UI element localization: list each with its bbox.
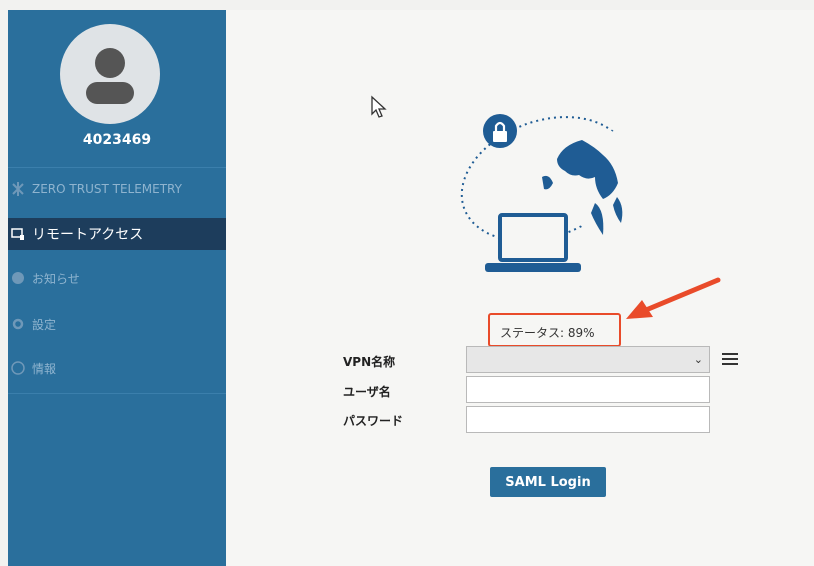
mouse-cursor-icon [371, 95, 387, 118]
vpn-illustration [460, 114, 642, 272]
gear-icon [10, 316, 26, 332]
sidebar-item-label: リモートアクセス [32, 227, 144, 243]
sidebar: 4023469 ZERO TRUST TELEMETRY リモートアクセス お知… [8, 10, 226, 566]
sidebar-item-label: お知らせ [32, 271, 80, 286]
sidebar-item-notices[interactable]: お知らせ [8, 262, 226, 294]
password-input[interactable] [466, 406, 710, 433]
vpn-name-select[interactable]: ⌄ [466, 346, 710, 373]
sidebar-item-remote-access[interactable]: リモートアクセス [8, 218, 226, 250]
sidebar-divider [8, 167, 226, 168]
status-text: ステータス: 89% [500, 326, 595, 340]
laptop-icon [485, 213, 581, 272]
remote-access-icon [10, 226, 26, 242]
about-icon [10, 360, 26, 376]
user-avatar-icon [86, 48, 134, 104]
red-arrow-annotation [626, 277, 721, 319]
chevron-down-icon: ⌄ [693, 353, 703, 366]
sidebar-item-zero-trust-telemetry[interactable]: ZERO TRUST TELEMETRY [8, 173, 226, 205]
menu-icon[interactable] [722, 352, 738, 366]
avatar [60, 24, 160, 124]
username-input[interactable] [466, 376, 710, 403]
sidebar-item-label: 情報 [32, 361, 57, 376]
sidebar-item-about[interactable]: 情報 [8, 352, 226, 384]
saml-login-button[interactable]: SAML Login [490, 467, 606, 497]
username-label: ユーザ名 [343, 385, 391, 399]
user-id: 4023469 [82, 132, 152, 148]
vpn-name-label: VPN名称 [343, 355, 396, 369]
telemetry-icon [10, 181, 26, 197]
sidebar-divider [8, 393, 226, 394]
lock-icon [483, 114, 517, 148]
sidebar-item-label: ZERO TRUST TELEMETRY [32, 182, 182, 196]
password-label: パスワード [343, 414, 404, 428]
sidebar-item-settings[interactable]: 設定 [8, 308, 226, 340]
info-icon [10, 270, 26, 286]
sidebar-item-label: 設定 [32, 317, 57, 332]
